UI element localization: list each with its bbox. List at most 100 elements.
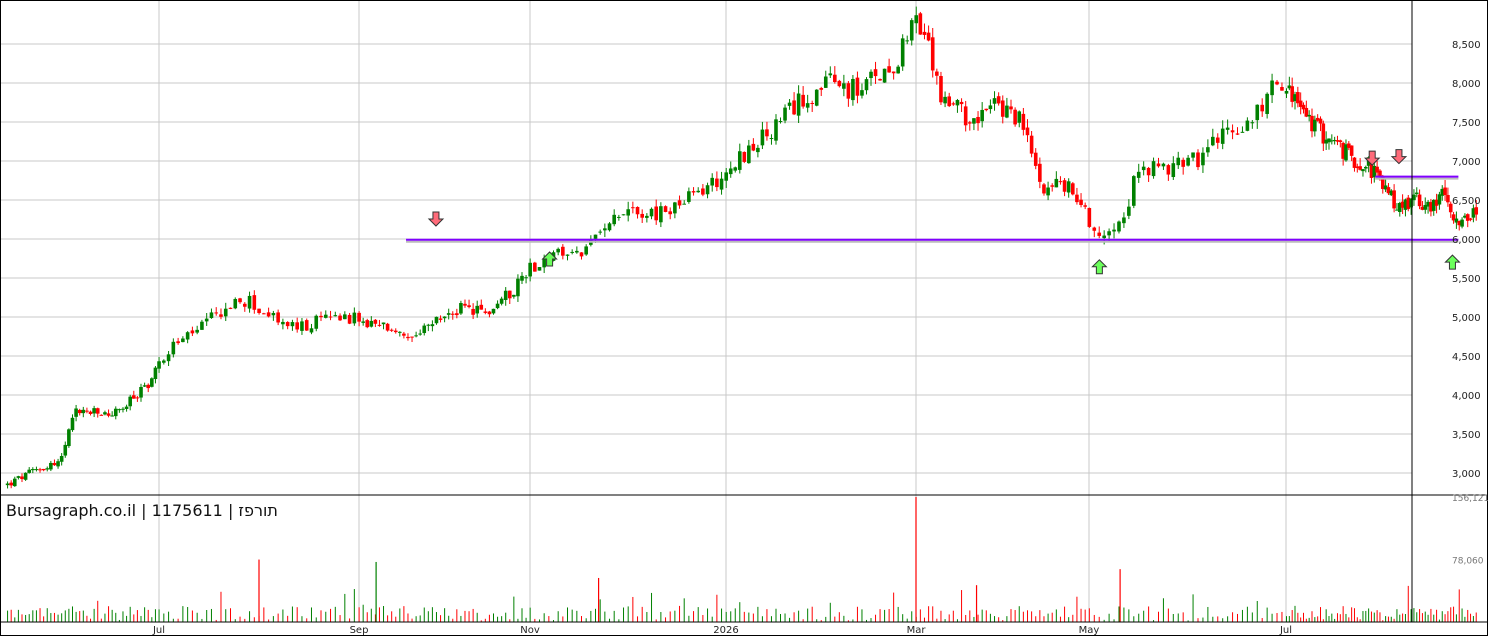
- candle-body: [724, 172, 729, 181]
- candle-body: [146, 384, 151, 389]
- candle-body: [733, 167, 738, 171]
- candle-body: [1318, 118, 1323, 124]
- candle-body: [520, 275, 524, 281]
- candle-body: [467, 305, 471, 308]
- candle-body: [947, 96, 952, 107]
- candle-body: [1245, 120, 1250, 131]
- candle-body: [1352, 157, 1357, 168]
- candle-body: [499, 298, 504, 304]
- candle-body: [328, 316, 333, 318]
- candle-body: [1054, 178, 1059, 188]
- candle-body: [943, 96, 947, 104]
- candle-body: [20, 476, 24, 480]
- candle-body: [905, 40, 910, 42]
- candle-body: [430, 324, 435, 327]
- candle-body: [584, 246, 588, 255]
- candle-body: [846, 83, 851, 99]
- candle-body: [939, 76, 943, 103]
- candle-body: [491, 308, 496, 314]
- candle-body: [77, 409, 82, 414]
- candle-body: [70, 417, 75, 431]
- candle-body: [930, 37, 935, 71]
- candle-body: [774, 119, 778, 141]
- candle-body: [635, 206, 640, 215]
- candle-body: [765, 129, 769, 137]
- candle-body: [290, 322, 295, 327]
- candle-body: [59, 456, 64, 462]
- candle-body: [654, 206, 658, 221]
- candle-body: [1141, 166, 1146, 171]
- candle-body: [333, 315, 338, 317]
- candle-body: [406, 336, 410, 339]
- candle-body: [1033, 152, 1038, 166]
- candle-body: [209, 312, 214, 319]
- candle-body: [1363, 166, 1368, 169]
- candle-body: [1066, 181, 1071, 193]
- candle-body: [869, 71, 873, 79]
- price-tick-label: 4,000: [1452, 391, 1481, 402]
- candle-body: [1009, 106, 1013, 110]
- candle-body: [262, 313, 266, 315]
- candle-body: [1000, 100, 1005, 117]
- candle-body: [410, 336, 414, 338]
- candle-body: [760, 129, 765, 146]
- candle-body: [1050, 185, 1055, 187]
- candle-body: [640, 213, 644, 218]
- candle-body: [31, 469, 35, 471]
- candle-body: [828, 73, 833, 76]
- date-tick-label: 2026: [713, 625, 738, 636]
- candle-body: [873, 69, 878, 77]
- candle-body: [728, 168, 733, 175]
- candle-body: [1161, 163, 1166, 167]
- candle-body: [668, 211, 673, 215]
- price-tick-label: 6,000: [1452, 235, 1481, 246]
- chart-title: Bursagraph.co.il | 1175611 | תורפז: [6, 501, 278, 520]
- candle-body: [533, 262, 537, 272]
- volume-tick-label: 156,121: [1452, 494, 1488, 504]
- candle-body: [162, 360, 166, 363]
- candle-body: [996, 96, 1001, 104]
- volume-tick-label: 78,060: [1452, 557, 1484, 567]
- candle-body: [103, 412, 107, 415]
- candle-body: [319, 315, 323, 318]
- candle-body: [1136, 171, 1141, 178]
- candle-body: [426, 324, 431, 326]
- candle-body: [1005, 105, 1009, 118]
- candle-body: [612, 214, 616, 225]
- candle-body: [479, 304, 484, 310]
- candle-body: [238, 298, 242, 303]
- candle-body: [223, 308, 228, 317]
- candle-body: [1201, 152, 1205, 166]
- candle-body: [922, 31, 927, 35]
- candle-body: [1417, 194, 1422, 207]
- candle-body: [926, 32, 931, 41]
- candle-body: [1021, 113, 1026, 130]
- candle-body: [796, 93, 801, 116]
- candle-body: [300, 321, 304, 331]
- candle-body: [1196, 152, 1200, 168]
- candle-body: [851, 78, 855, 101]
- date-tick-label: Mar: [907, 625, 927, 636]
- candle-body: [459, 303, 463, 314]
- candle-body: [959, 101, 964, 105]
- candle-body: [414, 335, 418, 337]
- price-tick-label: 3,000: [1452, 469, 1481, 480]
- candle-body: [139, 386, 143, 398]
- candle-body: [1079, 199, 1083, 205]
- candle-body: [1083, 205, 1087, 207]
- candle-body: [1131, 176, 1136, 206]
- candle-body: [598, 231, 602, 233]
- candle-body: [361, 321, 365, 323]
- candle-body: [1443, 187, 1447, 196]
- candle-body: [106, 413, 111, 416]
- candle-body: [900, 38, 905, 67]
- price-tick-label: 7,500: [1452, 118, 1481, 129]
- candle-body: [914, 15, 919, 24]
- candle-body: [570, 251, 574, 253]
- candle-body: [1349, 145, 1354, 156]
- candle-body: [157, 361, 161, 369]
- candle-body: [5, 483, 10, 486]
- candle-body: [963, 106, 968, 126]
- candle-body: [150, 378, 154, 387]
- candle-body: [1327, 138, 1331, 143]
